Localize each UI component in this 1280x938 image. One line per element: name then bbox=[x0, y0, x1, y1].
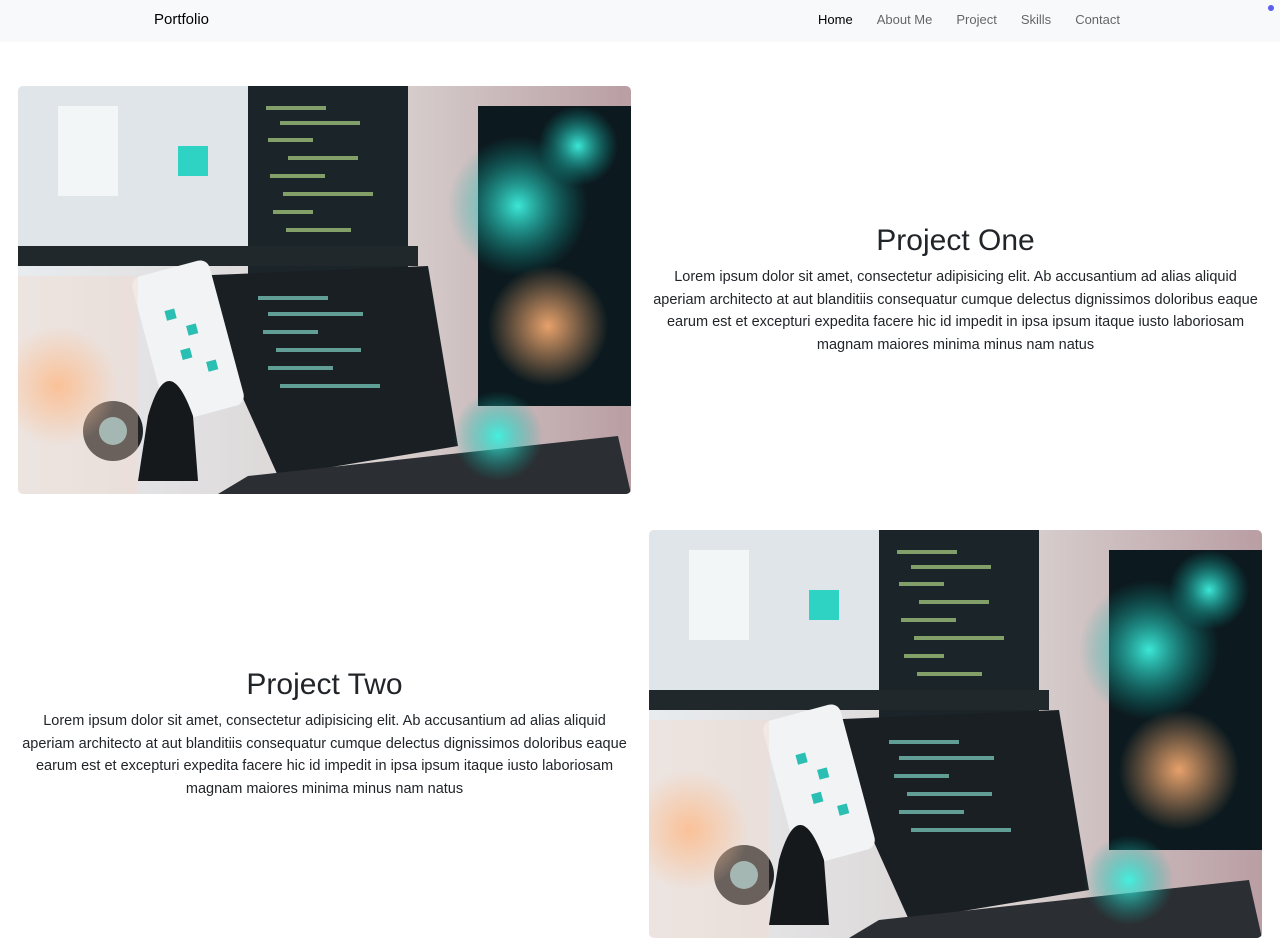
project-one-image bbox=[18, 86, 631, 494]
nav-link-about-me[interactable]: About Me bbox=[877, 12, 933, 27]
project-two-section: Project Two Lorem ipsum dolor sit amet, … bbox=[18, 530, 1262, 938]
project-two-text: Project Two Lorem ipsum dolor sit amet, … bbox=[18, 530, 631, 938]
indicator-dot bbox=[1268, 5, 1274, 11]
project-one-section: Project One Lorem ipsum dolor sit amet, … bbox=[18, 86, 1262, 494]
project-two-description: Lorem ipsum dolor sit amet, consectetur … bbox=[22, 713, 627, 797]
nav-link-skills[interactable]: Skills bbox=[1021, 12, 1051, 27]
nav-link-project[interactable]: Project bbox=[956, 12, 996, 27]
project-one-description: Lorem ipsum dolor sit amet, consectetur … bbox=[653, 269, 1258, 353]
project-two-image bbox=[649, 530, 1262, 938]
project-two-title: Project Two bbox=[246, 668, 403, 701]
brand-link[interactable]: Portfolio bbox=[154, 11, 209, 28]
project-one-text: Project One Lorem ipsum dolor sit amet, … bbox=[649, 86, 1262, 494]
navbar: Portfolio Home About Me Project Skills C… bbox=[0, 0, 1280, 42]
nav-link-contact[interactable]: Contact bbox=[1075, 12, 1120, 27]
nav-menu: Home About Me Project Skills Contact bbox=[818, 12, 1120, 27]
nav-link-home[interactable]: Home bbox=[818, 12, 853, 27]
project-one-title: Project One bbox=[876, 224, 1035, 257]
